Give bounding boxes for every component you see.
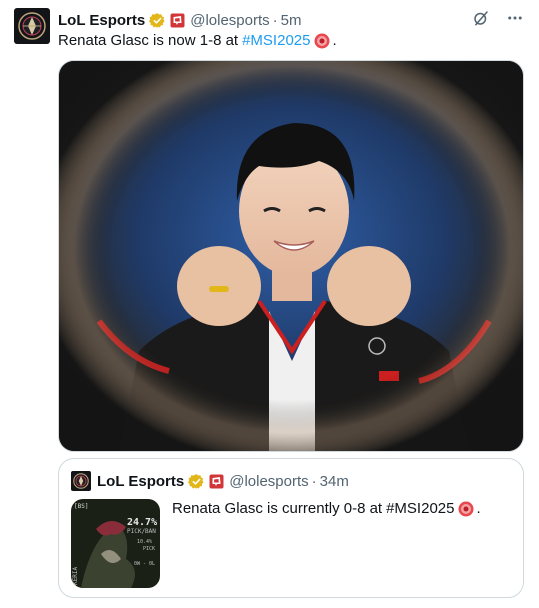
grok-icon[interactable] (471, 8, 491, 28)
quoted-author-name: LoL Esports (97, 472, 185, 490)
hashtag-link[interactable]: #MSI2025 (242, 31, 310, 51)
tweet-timestamp[interactable]: 5m (281, 12, 302, 29)
quoted-media-thumbnail[interactable]: [BS] 24.7% PICK/BAN 10.4% PICK 0W - 0L K… (71, 499, 160, 588)
thumbnail-stat-big: 24.7% (127, 517, 157, 528)
quoted-tweet-timestamp: 34m (319, 472, 349, 490)
tweet-text: Renata Glasc is now 1-8 at #MSI2025 . (58, 31, 337, 51)
gold-verified-badge-icon (188, 473, 205, 490)
author-handle[interactable]: @lolesports (190, 12, 269, 29)
author-avatar[interactable] (14, 8, 50, 44)
tweet-header: LoL Esports @lolesports · 5m (58, 10, 302, 30)
thumbnail-side-text: KERIA (72, 567, 79, 585)
lol-esports-logo (71, 471, 91, 491)
red-emoji-icon (314, 33, 330, 49)
thumbnail-corner-label: [BS] (74, 503, 88, 510)
quoted-tweet[interactable]: LoL Esports @lolesports · 34m [BS] 24.7%… (58, 458, 524, 598)
tweet-media-photo[interactable] (58, 60, 524, 452)
separator-dot: · (272, 11, 278, 29)
quoted-tweet-header: LoL Esports @lolesports · 34m (97, 471, 349, 491)
quoted-tweet-text: Renata Glasc is currently 0-8 at #MSI202… (172, 499, 481, 519)
champion-stats-card: [BS] 24.7% PICK/BAN 10.4% PICK 0W - 0L K… (71, 499, 160, 588)
riot-affiliate-icon (209, 474, 224, 489)
lol-esports-logo (14, 8, 50, 44)
riot-affiliate-icon[interactable] (170, 13, 185, 28)
quoted-text-body: Renata Glasc is currently 0-8 at (172, 500, 383, 517)
quoted-text-trailing: . (476, 500, 481, 517)
quoted-author-avatar[interactable] (71, 471, 91, 491)
tweet-text-trailing: . (332, 32, 337, 49)
thumbnail-stat-big-label: PICK/BAN (127, 528, 156, 535)
thumbnail-stat-small-label: PICK (143, 546, 155, 552)
thumbnail-record: 0W - 0L (134, 561, 155, 567)
separator-dot: · (311, 472, 317, 490)
red-emoji-icon (458, 501, 474, 517)
quoted-hashtag: #MSI2025 (386, 500, 455, 517)
thumbnail-stat-small: 10.4% (137, 539, 152, 545)
player-photo (59, 61, 523, 451)
quoted-author-handle: @lolesports (229, 472, 309, 490)
tweet-card[interactable]: LoL Esports @lolesports · 5m Renata Glas… (0, 0, 539, 608)
gold-verified-badge-icon[interactable] (149, 12, 166, 29)
author-name[interactable]: LoL Esports (58, 12, 145, 29)
tweet-actions (471, 8, 525, 28)
more-options-icon[interactable] (505, 8, 525, 28)
tweet-text-body: Renata Glasc is now 1-8 at (58, 32, 239, 49)
